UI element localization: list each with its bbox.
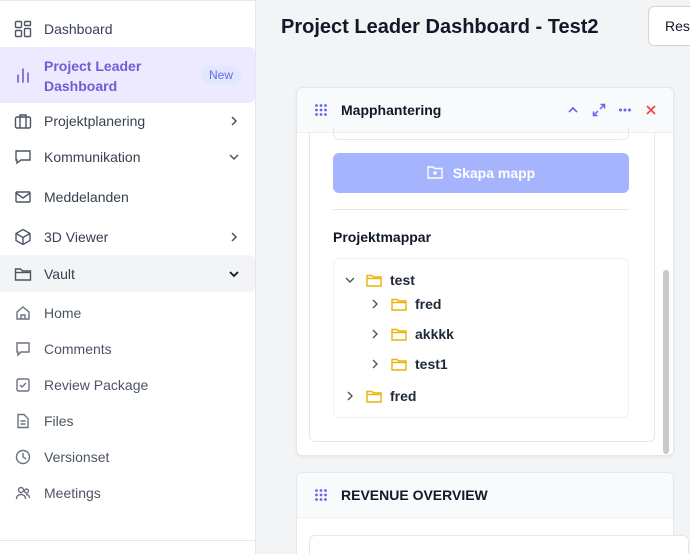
chevron-right-icon — [227, 114, 241, 128]
tree-node-fred[interactable]: fred — [369, 296, 441, 312]
sidebar: Dashboard Project Leader Dashboard New P… — [0, 0, 256, 554]
sidebar-item-projektplanering[interactable]: Projektplanering — [0, 102, 255, 140]
create-folder-label: Skapa mapp — [452, 165, 536, 181]
sidebar-item-label: Review Package — [44, 377, 149, 393]
chevron-down-icon[interactable] — [344, 274, 356, 286]
folder-name-input[interactable] — [333, 128, 629, 140]
clock-icon — [12, 446, 34, 468]
bar-chart-icon — [12, 64, 34, 86]
card-title: REVENUE OVERVIEW — [341, 487, 488, 503]
expand-icon[interactable] — [591, 102, 607, 118]
card-header: Mapphantering — [297, 88, 673, 133]
card-title: Mapphantering — [341, 102, 442, 118]
sidebar-item-review-package[interactable]: Review Package — [0, 366, 255, 404]
sidebar-item-label: Dashboard — [44, 21, 113, 37]
chevron-right-icon — [227, 230, 241, 244]
sidebar-item-meddelanden[interactable]: Meddelanden — [0, 178, 255, 216]
drag-handle-icon[interactable] — [314, 103, 328, 117]
close-icon[interactable] — [643, 102, 659, 118]
folder-icon — [391, 357, 407, 371]
chevron-down-icon — [227, 267, 241, 281]
people-icon — [12, 482, 34, 504]
folder-management-card: Mapphantering Skapa mapp Projektmappar t… — [296, 87, 674, 456]
folder-plus-icon — [427, 165, 443, 182]
tree-node-fred[interactable]: fred — [344, 388, 416, 404]
dashboard-grid-icon — [12, 18, 34, 40]
sidebar-item-3d-viewer[interactable]: 3D Viewer — [0, 218, 255, 256]
tree-node-label: akkkk — [415, 326, 454, 342]
sidebar-item-meetings[interactable]: Meetings — [0, 474, 255, 512]
folder-icon — [391, 297, 407, 311]
sidebar-item-label: Project Leader Dashboard — [44, 58, 142, 94]
tree-node-label: test1 — [415, 356, 448, 372]
sidebar-item-label: Kommunikation — [44, 149, 141, 165]
new-badge: New — [200, 66, 241, 84]
file-icon — [12, 410, 34, 432]
folder-icon — [366, 273, 382, 287]
chevron-down-icon — [227, 150, 241, 164]
page-title: Project Leader Dashboard - Test2 — [281, 16, 599, 38]
home-icon — [12, 302, 34, 324]
sidebar-item-versionset[interactable]: Versionset — [0, 438, 255, 476]
revenue-overview-card: REVENUE OVERVIEW — [296, 472, 689, 554]
folder-icon — [391, 327, 407, 341]
sidebar-item-kommunikation[interactable]: Kommunikation — [0, 138, 255, 176]
sidebar-item-label: Home — [44, 305, 82, 321]
sidebar-item-project-leader-dashboard[interactable]: Project Leader Dashboard New — [0, 47, 255, 103]
sidebar-item-home[interactable]: Home — [0, 294, 255, 332]
more-options-icon[interactable] — [617, 102, 633, 118]
create-folder-button[interactable]: Skapa mapp — [333, 153, 629, 193]
chevron-right-icon[interactable] — [369, 358, 381, 370]
card-scrollbar[interactable] — [663, 270, 669, 454]
sidebar-divider — [0, 0, 256, 4]
sidebar-item-label: Projektplanering — [44, 113, 146, 129]
tree-node-test[interactable]: test — [344, 272, 415, 288]
tree-node-test1[interactable]: test1 — [369, 356, 448, 372]
drag-handle-icon[interactable] — [314, 488, 328, 502]
sidebar-item-label: 3D Viewer — [44, 229, 109, 245]
chevron-right-icon[interactable] — [369, 328, 381, 340]
sidebar-item-vault[interactable]: Vault — [0, 255, 255, 292]
tree-node-label: test — [390, 272, 415, 288]
folder-tree: test fred akkkk test1 fred — [333, 258, 629, 418]
comment-icon — [12, 338, 34, 360]
cube-icon — [12, 226, 34, 248]
sidebar-item-comments[interactable]: Comments — [0, 330, 255, 368]
section-divider — [333, 209, 629, 210]
sidebar-divider — [0, 540, 255, 541]
tree-node-label: fred — [390, 388, 417, 404]
sidebar-item-label: Meddelanden — [44, 189, 129, 205]
reset-button[interactable]: Reset — [648, 6, 690, 46]
collapse-chevron-up-icon[interactable] — [565, 102, 581, 118]
sidebar-item-dashboard[interactable]: Dashboard — [0, 10, 255, 48]
sidebar-item-label: Comments — [44, 341, 112, 357]
briefcase-icon — [12, 110, 34, 132]
chevron-right-icon[interactable] — [369, 298, 381, 310]
sidebar-item-label: Versionset — [44, 449, 110, 465]
chat-icon — [12, 146, 34, 168]
chevron-right-icon[interactable] — [344, 390, 356, 402]
sidebar-item-label: Meetings — [44, 485, 101, 501]
sidebar-item-label: Files — [44, 413, 74, 429]
revenue-content — [309, 535, 689, 554]
sidebar-item-label: Vault — [44, 265, 75, 282]
tree-node-akkkk[interactable]: akkkk — [369, 326, 454, 342]
card-header: REVENUE OVERVIEW — [297, 473, 673, 518]
checklist-icon — [12, 374, 34, 396]
mail-icon — [12, 186, 34, 208]
project-folders-heading: Projektmappar — [333, 229, 432, 245]
tree-node-label: fred — [415, 296, 442, 312]
sidebar-item-files[interactable]: Files — [0, 402, 255, 440]
folder-icon — [366, 389, 382, 403]
folder-icon — [12, 263, 34, 285]
